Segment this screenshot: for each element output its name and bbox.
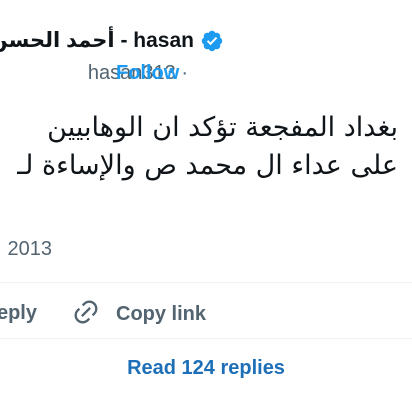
- copy-link-label: Copy link: [116, 303, 207, 325]
- tweet-date[interactable]: 2013: [8, 238, 53, 261]
- read-replies-button[interactable]: Read 124 replies: [0, 357, 412, 380]
- follow-button[interactable]: Follow: [116, 62, 179, 85]
- tweet-card: أحمد الحسن - hasan hasan313 · Follow بغد…: [0, 0, 412, 412]
- divider-bottom: [0, 338, 412, 339]
- verified-badge-icon: [200, 29, 224, 53]
- tweet-text-line-1: بغداد المفجعة تؤكد ان الوهابيين: [47, 112, 398, 143]
- divider-top: [0, 282, 412, 283]
- copy-link-button[interactable]: Copy link: [72, 298, 206, 331]
- tweet-text-line-2: على عداء ال محمد ص والإساءة لـ: [17, 150, 398, 181]
- author-name-row[interactable]: أحمد الحسن - hasan: [0, 28, 224, 53]
- reply-button[interactable]: eply: [0, 302, 37, 325]
- author-name[interactable]: أحمد الحسن - hasan: [0, 28, 194, 53]
- link-icon: [72, 298, 100, 331]
